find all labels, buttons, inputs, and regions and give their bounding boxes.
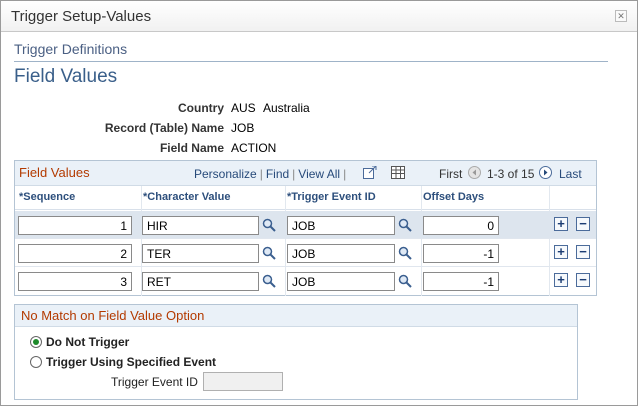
trigger-event-input[interactable] xyxy=(287,272,395,291)
col-character-value: *Character Value xyxy=(143,191,231,203)
find-link[interactable]: Find xyxy=(266,167,289,181)
offset-days-input[interactable] xyxy=(423,216,499,235)
lookup-icon[interactable] xyxy=(262,246,276,260)
delete-row-button[interactable]: − xyxy=(576,217,590,231)
add-row-button[interactable]: + xyxy=(554,273,568,287)
radio-button[interactable] xyxy=(30,356,42,368)
title-bar: Trigger Setup-Values ✕ xyxy=(1,1,637,32)
grid-title: Field Values xyxy=(19,165,90,180)
page-title: Field Values xyxy=(14,66,118,87)
field-name-label: Field Name xyxy=(159,141,224,155)
lookup-icon[interactable] xyxy=(398,218,412,232)
grid-range: 1-3 of 15 xyxy=(487,167,535,181)
trigger-event-id-input xyxy=(203,372,283,391)
next-arrow-icon[interactable] xyxy=(539,166,552,179)
add-row-button[interactable]: + xyxy=(554,245,568,259)
radio-label: Trigger Using Specified Event xyxy=(46,355,217,369)
col-sequence: *Sequence xyxy=(19,191,76,203)
download-spreadsheet-icon[interactable] xyxy=(391,166,405,179)
close-button[interactable]: ✕ xyxy=(615,10,627,22)
nav-separator: | xyxy=(343,167,347,181)
section-divider xyxy=(14,61,608,62)
country-name: Australia xyxy=(263,101,310,115)
no-match-title: No Match on Field Value Option xyxy=(15,305,577,327)
previous-arrow-icon[interactable] xyxy=(468,166,481,179)
radio-trigger-specified-event[interactable]: Trigger Using Specified Event xyxy=(30,355,216,369)
delete-row-button[interactable]: − xyxy=(576,273,590,287)
offset-days-input[interactable] xyxy=(423,272,499,291)
country-label: Country xyxy=(178,101,224,115)
table-row: + − xyxy=(15,239,596,267)
trigger-event-input[interactable] xyxy=(287,244,395,263)
field-values-grid: Field Values Personalize | Find | View All | … xyxy=(14,160,597,296)
character-value-input[interactable] xyxy=(142,272,259,291)
nav-separator: | xyxy=(292,167,296,181)
personalize-link[interactable]: Personalize xyxy=(194,167,257,181)
character-value-input[interactable] xyxy=(142,244,259,263)
record-value: JOB xyxy=(231,121,255,135)
record-row: Record (Table) Name xyxy=(1,121,224,137)
nav-separator: | xyxy=(259,167,263,181)
lookup-icon[interactable] xyxy=(262,218,276,232)
grid-nav-links: Personalize | Find | View All | xyxy=(194,167,349,181)
radio-do-not-trigger[interactable]: Do Not Trigger xyxy=(30,335,129,349)
country-row: Country xyxy=(1,101,224,117)
character-value-input[interactable] xyxy=(142,216,259,235)
trigger-event-input[interactable] xyxy=(287,216,395,235)
field-name-row: Field Name xyxy=(1,141,224,157)
column-header-row: *Sequence *Character Value *Trigger Even… xyxy=(15,186,596,210)
no-match-group: No Match on Field Value Option Do Not Tr… xyxy=(14,304,578,400)
radio-button-selected[interactable] xyxy=(30,336,42,348)
radio-label: Do Not Trigger xyxy=(46,335,130,349)
grid-first: First xyxy=(439,167,463,181)
sequence-input[interactable] xyxy=(18,244,132,263)
section-title: Trigger Definitions xyxy=(14,41,128,57)
lookup-icon[interactable] xyxy=(262,274,276,288)
offset-days-input[interactable] xyxy=(423,244,499,263)
field-name-value: ACTION xyxy=(231,141,277,155)
lookup-icon[interactable] xyxy=(398,274,412,288)
sequence-input[interactable] xyxy=(18,216,132,235)
new-window-icon[interactable] xyxy=(363,165,377,179)
country-code: AUS xyxy=(231,101,256,115)
col-trigger-event-id: *Trigger Event ID xyxy=(287,191,376,203)
sequence-input[interactable] xyxy=(18,272,132,291)
table-row: + − xyxy=(15,211,596,239)
col-offset-days: Offset Days xyxy=(423,191,485,203)
record-label: Record (Table) Name xyxy=(104,121,224,135)
last-link[interactable]: Last xyxy=(559,167,582,181)
grid-header: Field Values Personalize | Find | View All | … xyxy=(15,161,596,186)
delete-row-button[interactable]: − xyxy=(576,245,590,259)
table-row: + − xyxy=(15,267,596,295)
window-title: Trigger Setup-Values xyxy=(11,8,152,25)
view-all-link[interactable]: View All xyxy=(298,167,340,181)
trigger-event-id-label: Trigger Event ID xyxy=(111,375,198,389)
trigger-setup-window: Trigger Setup-Values ✕ Trigger Definitio… xyxy=(0,0,638,406)
add-row-button[interactable]: + xyxy=(554,217,568,231)
lookup-icon[interactable] xyxy=(398,246,412,260)
